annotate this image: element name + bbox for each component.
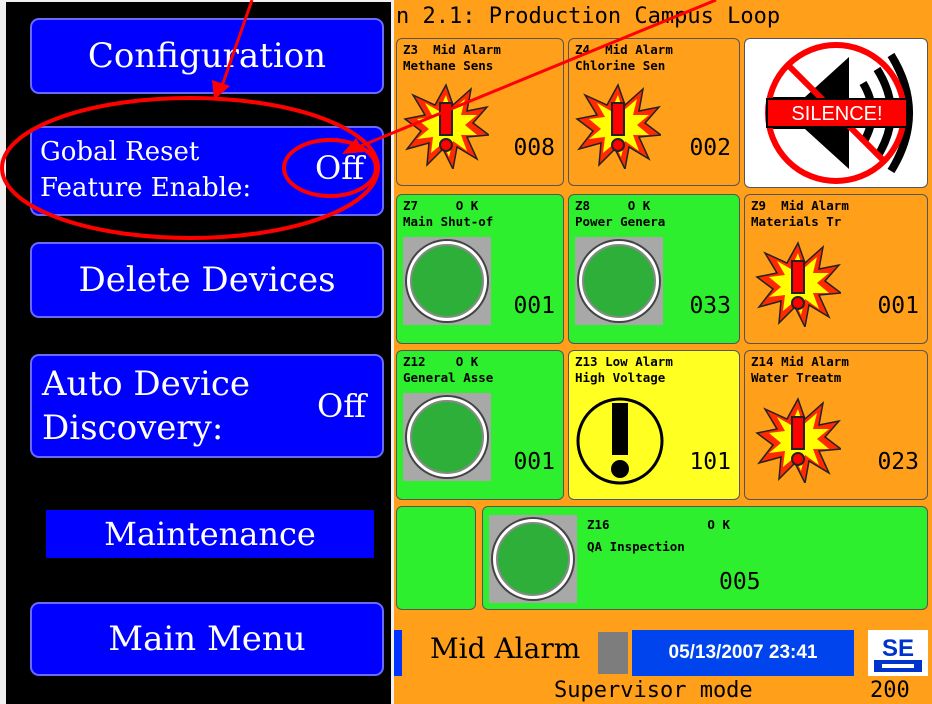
loop-title: n 2.1: Production Campus Loop (396, 4, 781, 29)
zone-tile-z8[interactable]: Z8 O K Power Genera 033 (568, 194, 740, 344)
alarm-burst-icon (403, 83, 489, 169)
zone-value: 002 (689, 135, 731, 161)
zone-device-name: General Asse (403, 370, 494, 385)
zone-tile-z9[interactable]: Z9 Mid Alarm Materials Tr 001 (744, 194, 928, 344)
configuration-label: Configuration (87, 36, 327, 76)
datetime-display: 05/13/2007 23:41 (632, 630, 854, 676)
alarm-burst-icon (575, 83, 661, 169)
main-menu-button[interactable]: Main Menu (30, 602, 384, 676)
zone-tile-z13[interactable]: Z13 Low Alarm High Voltage 101 (568, 350, 740, 500)
zone-device-name: Chlorine Sen (575, 58, 666, 73)
zone-label: Z7 O K (403, 198, 479, 213)
delete-devices-button[interactable]: Delete Devices (30, 242, 384, 318)
status-footer: Mid Alarm 05/13/2007 23:41 SE Supervisor… (394, 620, 932, 704)
sidebar: Configuration Gobal Reset Feature Enable… (6, 2, 391, 704)
svg-text:SE: SE (882, 635, 914, 662)
zone-tile-z16[interactable]: Z16 O K QA Inspection 005 (482, 506, 928, 610)
global-reset-button[interactable]: Gobal Reset Feature Enable: Off (30, 126, 384, 216)
silence-label: SILENCE! (791, 103, 882, 125)
zone-tile-z4[interactable]: Z4 Mid Alarm Chlorine Sen 002 (568, 38, 740, 186)
speaker-muted-icon: SILENCE! (765, 42, 913, 184)
green-lamp-icon (493, 519, 573, 599)
zone-device-name: Water Treatm (751, 370, 842, 385)
green-lamp-icon (579, 241, 659, 321)
zone-label: Z12 O K (403, 354, 479, 369)
global-reset-value: Off (315, 149, 364, 187)
lamp-frame (575, 237, 663, 325)
auto-discovery-value: Off (317, 387, 366, 425)
zone-value: 001 (513, 293, 555, 319)
hmi-screen: Configuration Gobal Reset Feature Enable… (0, 0, 932, 704)
exclamation-circle-icon (576, 397, 664, 485)
zone-device-name: High Voltage (575, 370, 666, 385)
alarm-burst-icon (755, 241, 841, 327)
zone-label: Z9 Mid Alarm (751, 198, 849, 213)
global-reset-label-line2: Feature Enable: (40, 173, 252, 203)
zone-value: 023 (877, 449, 919, 475)
zone-label: Z14 Mid Alarm (751, 354, 849, 369)
zone-device-name: Materials Tr (751, 214, 842, 229)
zone-value: 001 (877, 293, 919, 319)
zone-label: Z8 O K (575, 198, 651, 213)
zone-device-name: Power Genera (575, 214, 666, 229)
sensor-electronics-logo: SE (868, 630, 928, 676)
mode-code: 200 (870, 678, 910, 703)
green-lamp-icon (407, 397, 487, 477)
zone-tile-z12[interactable]: Z12 O K General Asse 001 (396, 350, 564, 500)
zone-value: 101 (689, 449, 731, 475)
alarm-burst-icon (755, 397, 841, 483)
configuration-button[interactable]: Configuration (30, 18, 384, 94)
mode-label: Supervisor mode (554, 678, 753, 703)
silence-button[interactable]: SILENCE! (744, 38, 928, 188)
footer-blue-marker (394, 630, 402, 676)
zone-value: 008 (513, 135, 555, 161)
zone-tile-z14[interactable]: Z14 Mid Alarm Water Treatm 023 (744, 350, 928, 500)
datetime-text: 05/13/2007 23:41 (668, 642, 818, 663)
zone-label: Z13 Low Alarm (575, 354, 673, 369)
zone-value: 001 (513, 449, 555, 475)
zone-tile-z3[interactable]: Z3 Mid Alarm Methane Sens 008 (396, 38, 564, 186)
zone-device-name: Main Shut-of (403, 214, 494, 229)
lamp-frame (403, 237, 491, 325)
zone-tile-z7[interactable]: Z7 O K Main Shut-of 001 (396, 194, 564, 344)
lamp-frame (489, 515, 577, 603)
zone-value: 033 (689, 293, 731, 319)
zone-tile-empty (396, 506, 476, 610)
auto-discovery-label-line1: Auto Device (42, 364, 251, 404)
alarm-level-label: Mid Alarm (430, 632, 581, 665)
status-indicator (598, 632, 628, 674)
zone-label: Z16 O K (587, 517, 730, 532)
green-lamp-icon (407, 241, 487, 321)
auto-discovery-label: Auto Device Discovery: (42, 362, 250, 450)
global-reset-label: Gobal Reset Feature Enable: (40, 134, 280, 206)
auto-discovery-label-line2: Discovery: (42, 408, 224, 448)
zone-device-name: Methane Sens (403, 58, 494, 73)
maintenance-label: Maintenance (104, 515, 316, 553)
zone-panel: n 2.1: Production Campus Loop Z3 Mid Ala… (394, 0, 932, 704)
lamp-frame (403, 393, 491, 481)
zone-label: Z3 Mid Alarm (403, 42, 501, 57)
zone-device-name: QA Inspection (587, 539, 685, 554)
global-reset-label-line1: Gobal Reset (40, 137, 200, 167)
maintenance-button[interactable]: Maintenance (46, 510, 374, 558)
main-menu-label: Main Menu (108, 619, 306, 659)
delete-devices-label: Delete Devices (78, 260, 336, 300)
zone-label: Z4 Mid Alarm (575, 42, 673, 57)
auto-device-discovery-button[interactable]: Auto Device Discovery: Off (30, 354, 384, 458)
zone-value: 005 (719, 569, 761, 595)
